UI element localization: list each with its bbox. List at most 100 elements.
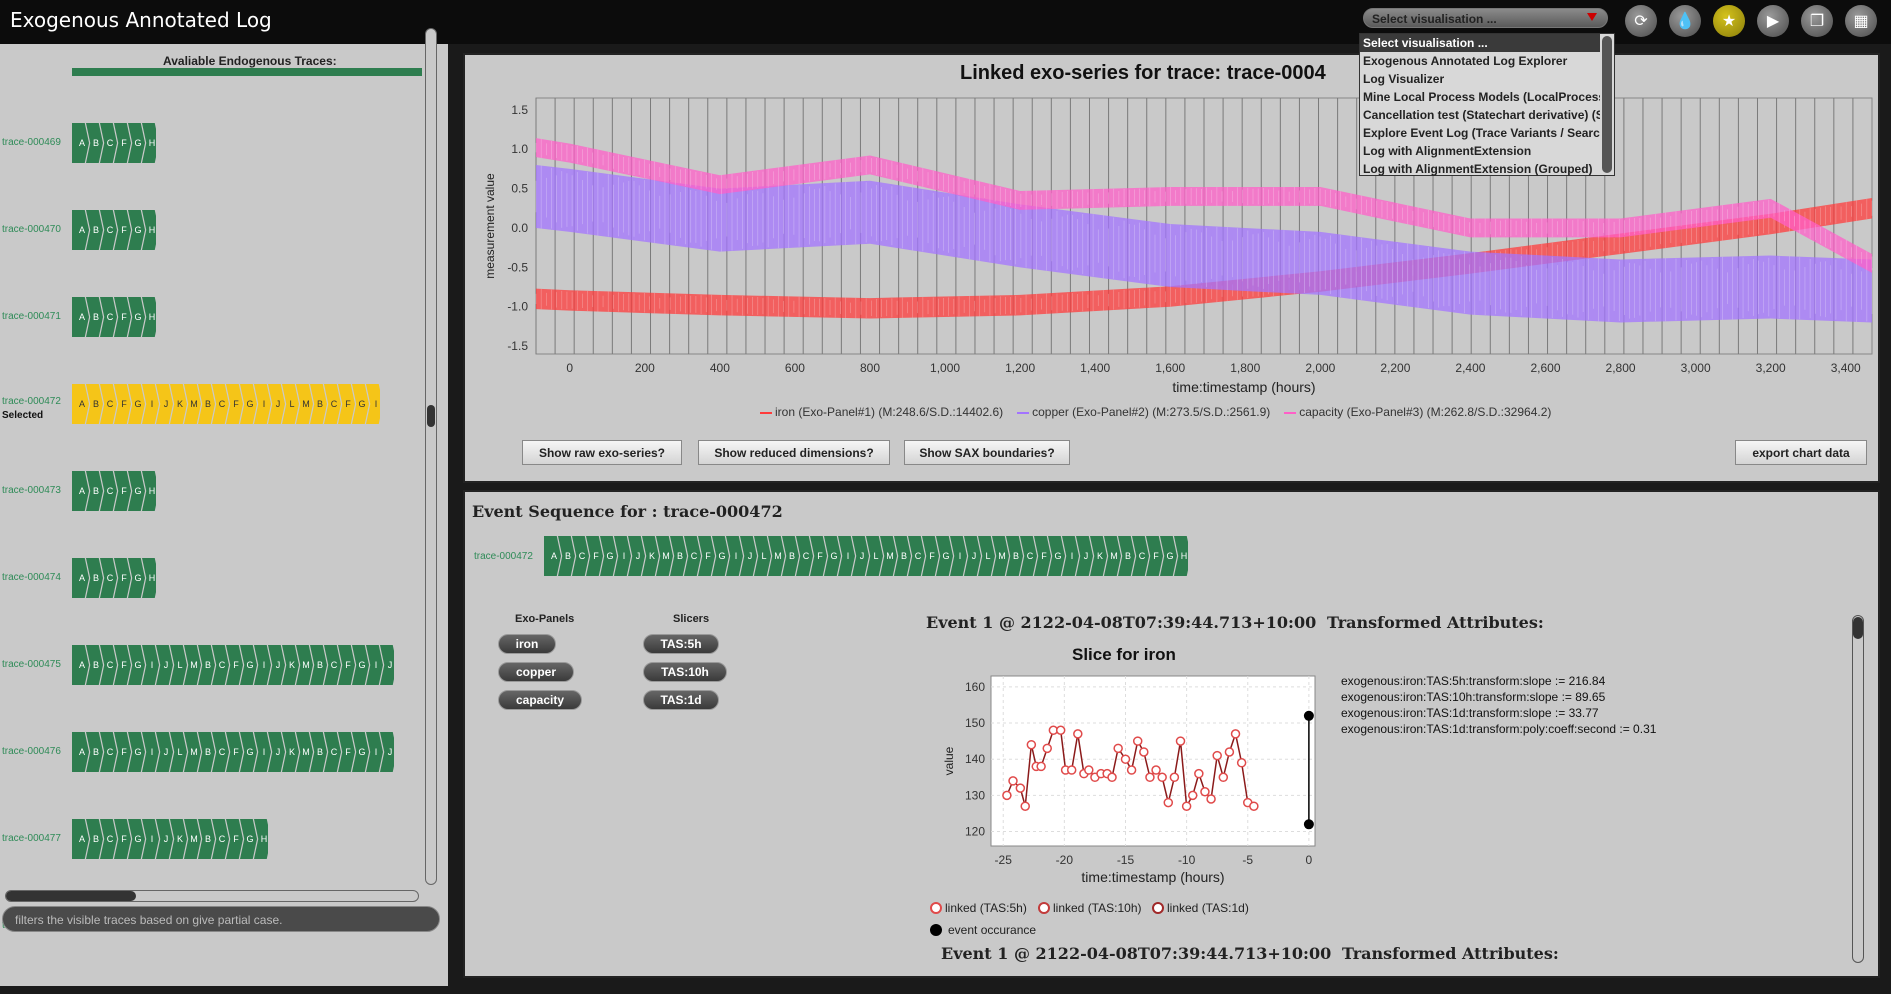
drop-icon[interactable]: 💧 (1669, 5, 1701, 37)
event-chevron[interactable]: A (72, 558, 89, 598)
dropdown-option[interactable]: Log with AlignmentExtension (1360, 142, 1600, 160)
trace-list-scroll-thumb[interactable] (427, 405, 435, 427)
dropdown-scrollbar[interactable] (1602, 36, 1612, 173)
dropdown-option[interactable]: Log with AlignmentExtension (Grouped) (1360, 160, 1600, 178)
slice-point (1187, 790, 1198, 801)
event-marker-dot (1303, 710, 1314, 721)
trace-chevrons[interactable]: ABCFGH (72, 123, 156, 163)
visualisation-select[interactable]: Select visualisation ... (1363, 8, 1608, 28)
trace-id-label: trace-000475 (2, 659, 61, 670)
event-chevron[interactable]: A (72, 297, 89, 337)
slice-legend-5h: linked (TAS:5h) (930, 901, 1027, 915)
sequence-trace-id: trace-000472 (474, 551, 533, 562)
event-chevron[interactable]: A (72, 123, 89, 163)
slice-chart-title: Slice for iron (1072, 645, 1176, 664)
slice-x-tick: -15 (1117, 853, 1135, 867)
x-tick-label: 0 (566, 361, 573, 375)
slice-point (1139, 747, 1149, 757)
show-reduced-dimensions-button[interactable]: Show reduced dimensions? (698, 440, 890, 465)
trace-row[interactable]: trace-000470 A B C F G H (0, 210, 425, 254)
trace-list-vertical-scrollbar[interactable] (425, 28, 437, 885)
trace-row[interactable]: trace-000472 Selected A B C F G I J K M B C F G I J L M B C F… (0, 384, 425, 428)
slice-point (1163, 797, 1174, 808)
attribute-line: exogenous:iron:TAS:1d:transform:poly:coe… (1341, 722, 1657, 736)
trace-chevrons[interactable]: ABCFGH (72, 558, 156, 598)
trace-list: trace-000469 A B C F G Htrace-000470 A B C F G Htrac… (0, 0, 425, 930)
trace-row[interactable]: trace-000469 A B C F G H (0, 123, 425, 167)
trace-chevrons[interactable]: ABCFGIJLMBCFGIJKMBCFGIJ (72, 732, 394, 772)
trace-chevrons[interactable]: ABCFGH (72, 210, 156, 250)
trace-row[interactable]: trace-000475 A B C F G I J L M B C F G I J K M B C F G I J (0, 645, 425, 689)
dropdown-option[interactable]: Exogenous Annotated Log Explorer (1360, 52, 1600, 70)
legend-entry: capacity (Exo-Panel#3) (M:262.8/S.D.:329… (1284, 405, 1551, 419)
trace-id-label: trace-000474 (2, 572, 61, 583)
exo-panel-iron-button[interactable]: iron (498, 634, 556, 654)
trace-row[interactable]: trace-000473 A B C F G H (0, 471, 425, 515)
export-chart-data-button[interactable]: export chart data (1735, 440, 1867, 465)
event-chevron[interactable]: A (72, 210, 89, 250)
dropdown-option[interactable]: Explore Event Log (Trace Variants / Sear… (1360, 124, 1600, 142)
y-tick-label: -1.5 (507, 339, 528, 353)
trace-row[interactable]: trace-000474 A B C F G H (0, 558, 425, 602)
trace-row[interactable]: trace-000476 A B C F G I J L M B C F G I J K M B C F G I J (0, 732, 425, 776)
y-tick-label: 0.0 (511, 221, 528, 235)
detail-scrollbar[interactable] (1852, 615, 1864, 963)
trace-chevrons[interactable]: ABCFGIJKMBCFGH (72, 819, 268, 859)
trace-chevrons[interactable]: ABCFGIJLMBCFGIJKMBCFGIJ (72, 645, 394, 685)
slice-point (1066, 765, 1077, 775)
event-heading-next: Event 1 @ 2122-04-08T07:39:44.713+10:00 (941, 944, 1332, 963)
trace-row[interactable]: trace-000477 A B C F G I J K M B C F G H (0, 819, 425, 863)
trace-id-label: trace-000469 (2, 137, 61, 148)
slicer-tas-5h-button[interactable]: TAS:5h (643, 634, 719, 654)
y-tick-label: 1.5 (511, 103, 528, 117)
event-chevron[interactable]: A (72, 819, 89, 859)
refresh-icon[interactable]: ⟳ (1625, 5, 1657, 37)
trace-chevrons[interactable]: ABCFGIJKMBCFGIJLMBCFGI (72, 384, 380, 424)
trace-row[interactable]: trace-000471 A B C F G H (0, 297, 425, 341)
dropdown-option[interactable]: Select visualisation ... (1360, 34, 1600, 52)
event-chevron[interactable]: A (72, 732, 89, 772)
visualisation-select-label: Select visualisation ... (1372, 12, 1497, 26)
slicer-tas-1d-button[interactable]: TAS:1d (643, 690, 719, 710)
dropdown-arrow-icon[interactable] (1587, 13, 1597, 21)
event-chevron[interactable]: A (72, 384, 89, 424)
x-axis-label: time:timestamp (hours) (1172, 379, 1315, 395)
visualisation-dropdown-list[interactable]: Select visualisation ... Exogenous Annota… (1359, 33, 1615, 176)
slice-point (1218, 772, 1229, 783)
show-raw-exo-series-button[interactable]: Show raw exo-series? (522, 440, 682, 465)
trace-id-label: trace-000473 (2, 485, 61, 496)
event-chevron[interactable]: A (544, 536, 561, 576)
slice-point (1107, 772, 1117, 783)
legend-entry: copper (Exo-Panel#2) (M:273.5/S.D.:2561.… (1017, 405, 1270, 419)
show-sax-boundaries-button[interactable]: Show SAX boundaries? (904, 440, 1070, 465)
trace-list-hscroll-thumb[interactable] (6, 891, 136, 901)
event-sequence-title: Event Sequence for : trace-000472 (472, 502, 783, 521)
exo-panel-copper-button[interactable]: copper (498, 662, 574, 682)
copy-icon[interactable]: ❐ (1801, 5, 1833, 37)
slice-point (1181, 801, 1192, 811)
star-icon[interactable]: ★ (1713, 5, 1745, 37)
x-tick-label: 2,800 (1606, 361, 1636, 375)
x-tick-label: 400 (710, 361, 730, 375)
play-icon[interactable]: ▶ (1757, 5, 1789, 37)
dropdown-option[interactable]: Mine Local Process Models (LocalProcessM… (1360, 88, 1600, 106)
trace-filter-input[interactable]: filters the visible traces based on give… (2, 906, 440, 932)
grid-icon[interactable]: ▦ (1845, 5, 1877, 37)
slice-point (1036, 761, 1046, 772)
slice-y-tick: 120 (965, 825, 985, 839)
slice-point (1008, 776, 1018, 786)
exo-panel-capacity-button[interactable]: capacity (498, 690, 582, 710)
partial-trace-chevrons[interactable] (72, 68, 422, 76)
detail-scroll-thumb[interactable] (1853, 617, 1863, 639)
dropdown-option[interactable]: Log Visualizer (1360, 70, 1600, 88)
y-tick-label: -0.5 (507, 260, 528, 274)
event-chevron[interactable]: A (72, 471, 89, 511)
slice-point (1120, 754, 1131, 764)
event-chevron[interactable]: A (72, 645, 89, 685)
dropdown-option[interactable]: Cancellation test (Statechart derivative… (1360, 106, 1600, 124)
trace-chevrons[interactable]: ABCFGH (72, 471, 156, 511)
trace-id-label: trace-000477 (2, 833, 61, 844)
trace-chevrons[interactable]: ABCFGH (72, 297, 156, 337)
event-sequence-chevrons[interactable]: ABCFGIJKMBCFGIJLMBCFGIJLMBCFGIJLMBCFGIJK… (544, 536, 1188, 576)
slicer-tas-10h-button[interactable]: TAS:10h (643, 662, 727, 682)
